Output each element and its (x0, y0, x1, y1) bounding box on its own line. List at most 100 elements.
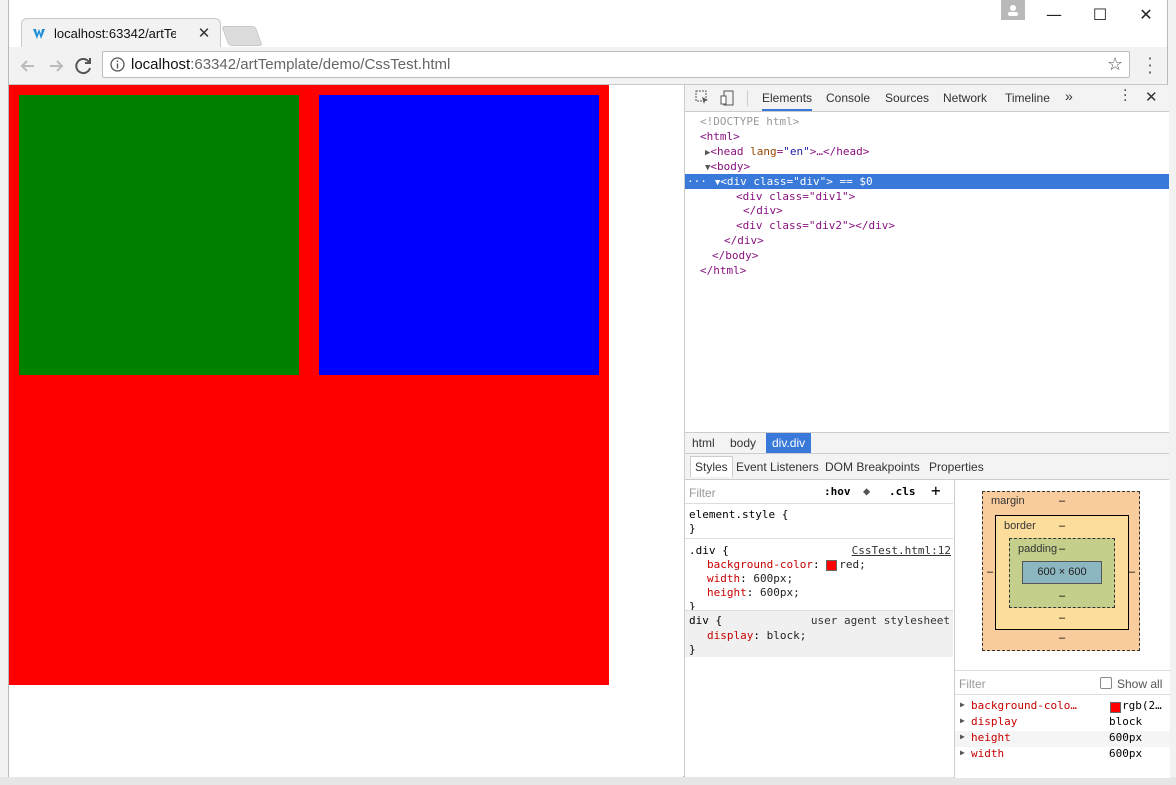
dom-div2[interactable]: <div class="div2"></div> (685, 218, 1169, 233)
padding-top-value: – (1059, 543, 1066, 555)
dom-head-value: "en" (783, 145, 810, 158)
expand-arrow-icon[interactable]: ▶ (960, 732, 965, 741)
show-all-label: Show all (1117, 677, 1163, 691)
computed-prop-name: height (971, 731, 1011, 744)
dom-head-tag: head (717, 145, 744, 158)
dom-html-close-text: </html> (700, 264, 747, 277)
collapse-arrow-icon[interactable]: ▼ (707, 178, 720, 188)
box-model-pane: margin – – – – border – – padding – – 60… (954, 480, 1170, 670)
subtab-styles[interactable]: Styles (690, 456, 733, 477)
reload-icon[interactable] (73, 55, 95, 77)
prop-value: 600px; (760, 586, 800, 599)
back-icon[interactable] (17, 55, 39, 77)
browser-tab[interactable]: localhost:63342/artTem ✕ (21, 18, 221, 49)
bookmark-star-icon[interactable]: ☆ (1107, 54, 1123, 75)
tab-timeline[interactable]: Timeline (1005, 91, 1050, 105)
dom-body-close-text: </body> (712, 249, 759, 262)
subtab-dom-breakpoints[interactable]: DOM Breakpoints (825, 460, 920, 474)
close-devtools-icon[interactable]: ✕ (1145, 88, 1158, 106)
expand-arrow-icon[interactable]: ▶ (685, 148, 710, 158)
expand-arrow-icon[interactable]: ▶ (960, 748, 965, 757)
devtools-menu-icon[interactable]: · · · (1123, 84, 1127, 108)
close-window-button[interactable]: ✕ (1123, 3, 1169, 27)
prop-height[interactable]: height: 600px; (685, 586, 953, 600)
dom-div1-open[interactable]: <div class="div1"> (685, 189, 1169, 204)
dom-div-close[interactable]: </div> (685, 233, 1169, 248)
computed-row[interactable]: ▶ width 600px (955, 747, 1170, 763)
more-tabs-icon[interactable]: » (1065, 88, 1073, 104)
tab-sources[interactable]: Sources (885, 91, 929, 105)
breadcrumb-div[interactable]: div.div (766, 433, 812, 453)
dom-div1-close[interactable]: </div> (685, 203, 1169, 218)
expand-arrow-icon[interactable]: ▶ (960, 700, 965, 709)
dom-head[interactable]: ▶<head lang="en">…</head> (685, 144, 1169, 159)
color-format-icon[interactable]: ◆ (863, 484, 870, 498)
dom-doctype-text: <!DOCTYPE html> (700, 115, 800, 128)
box-content-size[interactable]: 600 × 600 (1022, 561, 1102, 584)
margin-right-value: – (1129, 566, 1136, 578)
color-swatch[interactable] (826, 559, 838, 571)
element-style-rule[interactable]: element.style { } (685, 508, 953, 535)
rule1-selector: .div { (689, 544, 729, 557)
expand-arrow-icon[interactable]: ▶ (960, 716, 965, 725)
margin-left-value: – (987, 566, 994, 578)
new-style-rule-button[interactable]: + (931, 481, 941, 500)
rule2-selector: div { (689, 614, 723, 627)
info-icon[interactable] (110, 57, 125, 72)
dom-div1-close-text: </div> (743, 204, 783, 217)
browser-window: localhost:63342/artTem ✕ — ☐ ✕ localhost… (8, 0, 1170, 778)
dom-head-rest: >…</head> (809, 145, 870, 158)
element-style-selector: element.style { (689, 508, 789, 521)
prop-display[interactable]: display: block; (685, 629, 953, 643)
maximize-button[interactable]: ☐ (1077, 3, 1123, 27)
prop-background-color[interactable]: background-color: red; (685, 558, 953, 572)
div-user-agent-rule[interactable]: div { user agent stylesheet display: blo… (685, 610, 953, 657)
dom-div-selected[interactable]: ··· ▼<div class="div"> == $0 (685, 174, 1169, 189)
rule1-source-link[interactable]: CssTest.html:12 (852, 544, 951, 557)
forward-icon[interactable] (45, 55, 67, 77)
dom-body-close[interactable]: </body> (685, 248, 1169, 263)
tab-elements[interactable]: Elements (762, 91, 813, 111)
dom-div1-text: <div class="div1"> (736, 190, 856, 203)
border-label: border (1004, 520, 1036, 532)
dom-html-close[interactable]: </html> (685, 263, 1169, 278)
show-all-checkbox[interactable] (1100, 677, 1112, 689)
menu-kebab-icon[interactable]: · · · (1145, 51, 1155, 81)
box-margin[interactable]: margin – – – – border – – padding – – 60… (982, 491, 1140, 651)
div-class-rule[interactable]: .div { CssTest.html:12 background-color:… (685, 544, 953, 614)
cls-toggle[interactable]: .cls (889, 485, 916, 498)
subtab-properties[interactable]: Properties (929, 460, 984, 474)
tab-close-icon[interactable]: ✕ (194, 23, 214, 43)
border-bottom-value: – (1059, 612, 1066, 624)
computed-filter-input[interactable]: Filter (959, 677, 986, 691)
box-border[interactable]: border – – padding – – 600 × 600 (995, 515, 1129, 630)
subtab-event-listeners[interactable]: Event Listeners (736, 460, 819, 474)
inspect-element-icon[interactable] (695, 90, 710, 105)
profile-icon[interactable] (1001, 0, 1025, 20)
dom-body[interactable]: ▼<body> (685, 159, 1169, 174)
computed-prop-value: 600px (1109, 731, 1143, 744)
prop-width[interactable]: width: 600px; (685, 572, 953, 586)
dom-head-attr: lang (750, 145, 777, 158)
box-padding[interactable]: padding – – 600 × 600 (1009, 538, 1115, 608)
minimize-button[interactable]: — (1031, 3, 1077, 27)
dom-ellipsis-icon[interactable]: ··· (685, 175, 707, 188)
address-bar[interactable]: localhost:63342/artTemplate/demo/CssTest… (102, 51, 1130, 78)
device-toolbar-icon[interactable] (720, 90, 735, 106)
new-tab-button[interactable] (221, 26, 263, 46)
breadcrumb-body[interactable]: body (730, 436, 756, 450)
computed-row[interactable]: ▶ background-colo… rgb(2… (955, 699, 1170, 715)
tab-network[interactable]: Network (943, 91, 987, 105)
tab-console[interactable]: Console (826, 91, 870, 105)
color-swatch (1110, 702, 1121, 713)
prop-name: display (707, 629, 754, 642)
dom-html-text: <html> (700, 130, 740, 143)
dom-html[interactable]: <html> (685, 129, 1169, 144)
computed-row[interactable]: ▶ display block (955, 715, 1170, 731)
dom-doctype[interactable]: <!DOCTYPE html> (685, 114, 1169, 129)
breadcrumb-html[interactable]: html (692, 436, 715, 450)
styles-filter-input[interactable]: Filter (689, 486, 716, 500)
collapse-arrow-icon[interactable]: ▼ (685, 163, 710, 173)
computed-row[interactable]: ▶ height 600px (955, 731, 1170, 747)
hov-toggle[interactable]: :hov (824, 485, 851, 498)
